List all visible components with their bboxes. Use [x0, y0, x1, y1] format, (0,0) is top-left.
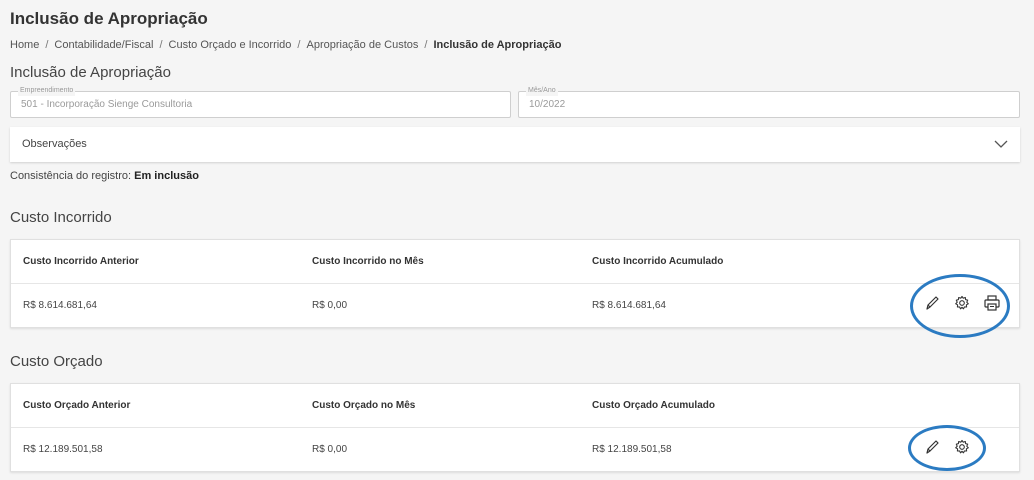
observacoes-accordion[interactable]: Observações	[10, 127, 1020, 162]
table-cell: R$ 12.189.501,58	[592, 444, 672, 455]
highlight-circle	[908, 425, 986, 471]
breadcrumb-current: Inclusão de Apropriação	[433, 39, 562, 51]
custo-orcado-title: Custo Orçado	[10, 353, 103, 370]
breadcrumb-apropriacao-custos[interactable]: Apropriação de Custos	[306, 39, 418, 51]
empreendimento-value: 501 - Incorporação Sienge Consultoria	[21, 99, 193, 110]
table-header-row	[11, 384, 1019, 428]
empreendimento-label: Empreendimento	[18, 86, 76, 96]
column-header: Custo Orçado Acumulado	[592, 400, 715, 411]
highlight-circle	[910, 274, 1010, 338]
form-section-title: Inclusão de Apropriação	[10, 64, 171, 81]
column-header: Custo Incorrido no Mês	[312, 256, 424, 267]
breadcrumb-separator: /	[45, 39, 49, 51]
table-header-row	[11, 240, 1019, 284]
column-header: Custo Incorrido Acumulado	[592, 256, 724, 267]
mes-ano-field[interactable]: Mês/Ano 10/2022	[518, 86, 1020, 118]
column-header: Custo Orçado no Mês	[312, 400, 416, 411]
table-cell: R$ 8.614.681,64	[23, 300, 97, 311]
consistencia-label: Consistência do registro:	[10, 170, 132, 182]
custo-incorrido-title: Custo Incorrido	[10, 209, 112, 226]
custo-incorrido-table: Custo Incorrido Anterior Custo Incorrido…	[10, 239, 1020, 328]
mes-ano-value: 10/2022	[529, 99, 566, 110]
consistencia-registro: Consistência do registro: Em inclusão	[10, 170, 199, 182]
empreendimento-field[interactable]: Empreendimento 501 - Incorporação Sienge…	[10, 86, 511, 118]
breadcrumb-separator: /	[159, 39, 163, 51]
mes-ano-label: Mês/Ano	[526, 86, 558, 96]
observacoes-label: Observações	[22, 138, 87, 150]
breadcrumb-separator: /	[424, 39, 428, 51]
chevron-down-icon[interactable]	[994, 137, 1008, 151]
consistencia-value: Em inclusão	[134, 170, 199, 182]
breadcrumb-custo-orcado-incorrido[interactable]: Custo Orçado e Incorrido	[169, 39, 292, 51]
table-cell: R$ 8.614.681,64	[592, 300, 666, 311]
table-cell: R$ 12.189.501,58	[23, 444, 103, 455]
breadcrumb-contabilidade[interactable]: Contabilidade/Fiscal	[54, 39, 153, 51]
breadcrumb-home[interactable]: Home	[10, 39, 39, 51]
table-cell: R$ 0,00	[312, 444, 348, 455]
page-title: Inclusão de Apropriação	[10, 9, 208, 28]
column-header: Custo Incorrido Anterior	[23, 256, 139, 267]
custo-orcado-table: Custo Orçado Anterior Custo Orçado no Mê…	[10, 383, 1020, 472]
breadcrumb: Home / Contabilidade/Fiscal / Custo Orçado e…	[10, 39, 561, 51]
breadcrumb-separator: /	[297, 39, 301, 51]
column-header: Custo Orçado Anterior	[23, 400, 131, 411]
table-cell: R$ 0,00	[312, 300, 348, 311]
